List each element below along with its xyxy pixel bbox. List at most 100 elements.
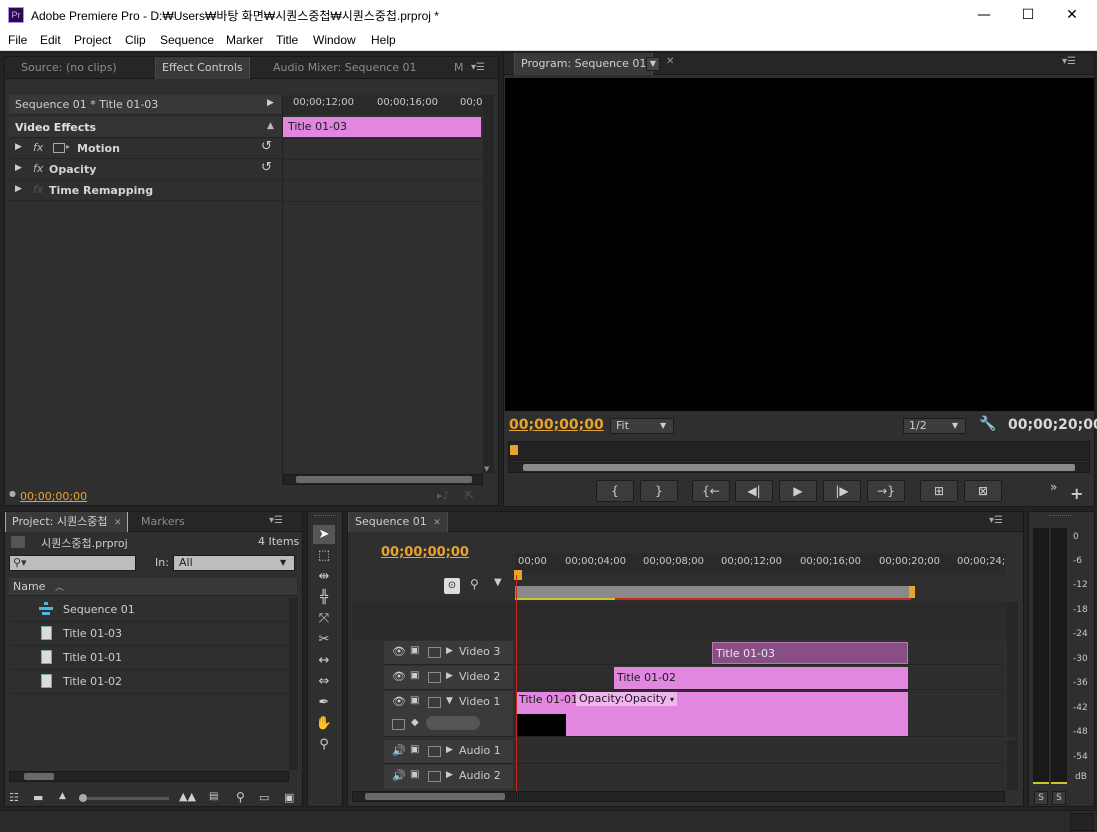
resolution-dropdown[interactable]: 1/2 ▼ xyxy=(903,418,966,434)
lock-icon[interactable] xyxy=(428,672,441,683)
solo-left-button[interactable]: S xyxy=(1034,791,1048,805)
menu-sequence[interactable]: Sequence xyxy=(160,33,214,47)
transform-icon[interactable] xyxy=(53,143,65,153)
eye-icon[interactable]: 👁 xyxy=(392,645,406,658)
fx-icon[interactable]: fx xyxy=(33,162,43,175)
panel-menu-icon[interactable]: ▾☰ xyxy=(269,515,283,526)
tab-source[interactable]: Source: (no clips) xyxy=(15,57,123,79)
reset-icon[interactable]: ↺ xyxy=(261,139,272,154)
search-input[interactable]: ⚲▾ xyxy=(9,555,136,571)
tab-project[interactable]: Project: 시퀀스중첩 ✕ xyxy=(5,512,129,532)
effect-row-motion[interactable]: ▶ fx ▸ Motion ↺ xyxy=(9,138,281,159)
scroll-thumb[interactable] xyxy=(523,464,1075,471)
scroll-thumb[interactable] xyxy=(24,773,54,780)
list-view-icon[interactable]: ☷ xyxy=(9,791,19,804)
add-marker-icon[interactable]: ▼ xyxy=(494,577,502,588)
track-header-audio2[interactable]: 🔊 ▣ ▶ Audio 2 xyxy=(384,765,513,789)
slide-tool-icon[interactable]: ⇔ xyxy=(313,672,335,691)
program-current-time[interactable]: 00;00;00;00 xyxy=(509,417,604,433)
speaker-icon[interactable]: 🔊 xyxy=(392,744,406,757)
chevron-down-icon[interactable]: ▼ xyxy=(646,57,660,71)
expand-icon[interactable]: ▶ xyxy=(15,163,22,173)
expand-icon[interactable]: ▶ xyxy=(15,184,22,194)
eye-icon[interactable]: 👁 xyxy=(392,695,406,708)
tab-program[interactable]: Program: Sequence 01 xyxy=(514,53,654,75)
effect-clip-bar[interactable]: Title 01-03 xyxy=(283,117,481,137)
more-controls-icon[interactable]: » xyxy=(1050,480,1057,494)
mark-in-button[interactable]: { xyxy=(596,480,634,502)
lift-button[interactable]: ⊞ xyxy=(920,480,958,502)
resize-grip[interactable] xyxy=(1070,813,1094,831)
close-button[interactable]: ✕ xyxy=(1050,4,1094,26)
menu-marker[interactable]: Marker xyxy=(226,33,263,47)
menu-title[interactable]: Title xyxy=(276,33,298,47)
close-tab-icon[interactable]: ✕ xyxy=(666,56,674,67)
audio-vscrollbar[interactable] xyxy=(1007,740,1018,790)
expand-icon[interactable]: ▶ xyxy=(15,142,22,152)
marker-icon[interactable]: ⚲ xyxy=(470,577,479,591)
sync-lock-icon[interactable]: ▣ xyxy=(410,769,419,780)
automate-icon[interactable]: ▤ xyxy=(209,791,218,802)
new-bin-icon[interactable]: ▭ xyxy=(259,791,269,804)
mark-out-button[interactable]: } xyxy=(640,480,678,502)
snap-icon[interactable]: ⊙ xyxy=(444,578,460,594)
collapse-icon[interactable]: ▲ xyxy=(267,121,274,131)
sort-icon[interactable]: ︿ xyxy=(55,580,64,593)
eye-icon[interactable]: 👁 xyxy=(392,670,406,683)
add-button-icon[interactable]: + xyxy=(1070,484,1083,503)
step-forward-button[interactable]: |▶ xyxy=(823,480,861,502)
clip-title-01-03[interactable]: Title 01-03 xyxy=(712,642,908,664)
minimize-button[interactable]: — xyxy=(962,4,1006,26)
clip-effect-dropdown[interactable]: Opacity:Opacity ▾ xyxy=(576,692,678,706)
scroll-down-icon[interactable]: ▼ xyxy=(484,465,489,473)
expand-icon[interactable]: ▶ xyxy=(446,671,453,681)
expand-icon[interactable]: ▶ xyxy=(446,770,453,780)
keyframe-nav[interactable] xyxy=(426,716,480,730)
track-header-video1[interactable]: 👁 ▣ ▼ Video 1 ◆ xyxy=(384,691,513,737)
lock-icon[interactable] xyxy=(428,697,441,708)
zoom-slider-thumb[interactable] xyxy=(79,794,87,802)
effect-hscrollbar[interactable] xyxy=(283,474,483,485)
hand-tool-icon[interactable]: ✋ xyxy=(313,714,335,733)
keyframe-icon[interactable]: ◆ xyxy=(411,717,419,728)
program-viewer[interactable] xyxy=(505,78,1094,411)
timeline-hscrollbar[interactable] xyxy=(518,791,1005,802)
play-button[interactable]: ▶ xyxy=(779,480,817,502)
playhead-line[interactable] xyxy=(516,575,517,797)
maximize-button[interactable]: ☐ xyxy=(1006,4,1050,26)
pen-tool-icon[interactable]: ✒ xyxy=(313,693,335,712)
scroll-thumb[interactable] xyxy=(365,793,505,800)
razor-tool-icon[interactable]: ✂ xyxy=(313,630,335,649)
ripple-edit-tool-icon[interactable]: ⇹ xyxy=(313,567,335,586)
effect-row-opacity[interactable]: ▶ fx Opacity ↺ xyxy=(9,159,281,180)
collapse-icon[interactable]: ▼ xyxy=(446,696,453,706)
effect-vscrollbar[interactable]: ▼ xyxy=(483,95,494,473)
track-audio2[interactable] xyxy=(515,765,1005,789)
new-item-icon[interactable]: ▣ xyxy=(284,791,294,804)
header-hscrollbar[interactable] xyxy=(352,791,517,802)
sync-lock-icon[interactable]: ▣ xyxy=(410,695,419,706)
timeline-ruler[interactable]: 00;00 00;00;04;00 00;00;08;00 00;00;12;0… xyxy=(515,553,1005,575)
track-header-video3[interactable]: 👁 ▣ ▶ Video 3 xyxy=(384,641,513,665)
zoom-tool-icon[interactable]: ⚲ xyxy=(313,735,335,754)
program-zoom-scrollbar[interactable] xyxy=(508,462,1090,473)
step-back-button[interactable]: ◀| xyxy=(735,480,773,502)
work-area-end[interactable] xyxy=(909,586,915,598)
panel-menu-icon[interactable]: ▾☰ xyxy=(1062,56,1076,67)
sync-lock-icon[interactable]: ▣ xyxy=(410,670,419,681)
expand-icon[interactable]: ▶ xyxy=(446,646,453,656)
scroll-thumb[interactable] xyxy=(296,476,472,483)
find-icon[interactable]: ⚲ xyxy=(236,790,245,804)
selection-tool-icon[interactable]: ➤ xyxy=(313,525,335,544)
list-item[interactable]: Title 01-01 xyxy=(9,646,289,670)
opacity-line[interactable] xyxy=(516,713,908,714)
zoom-in-icon[interactable]: ▲▲ xyxy=(179,790,196,803)
close-tab-icon[interactable]: ✕ xyxy=(433,518,441,528)
speaker-icon[interactable]: 🔊 xyxy=(392,769,406,782)
fx-icon[interactable]: fx xyxy=(33,141,43,154)
list-item[interactable]: Title 01-02 xyxy=(9,670,289,694)
track-header-audio1[interactable]: 🔊 ▣ ▶ Audio 1 xyxy=(384,740,513,764)
video-vscrollbar[interactable] xyxy=(1007,602,1018,737)
go-to-out-button[interactable]: →} xyxy=(867,480,905,502)
name-column-header[interactable]: Name ︿ xyxy=(9,578,297,596)
